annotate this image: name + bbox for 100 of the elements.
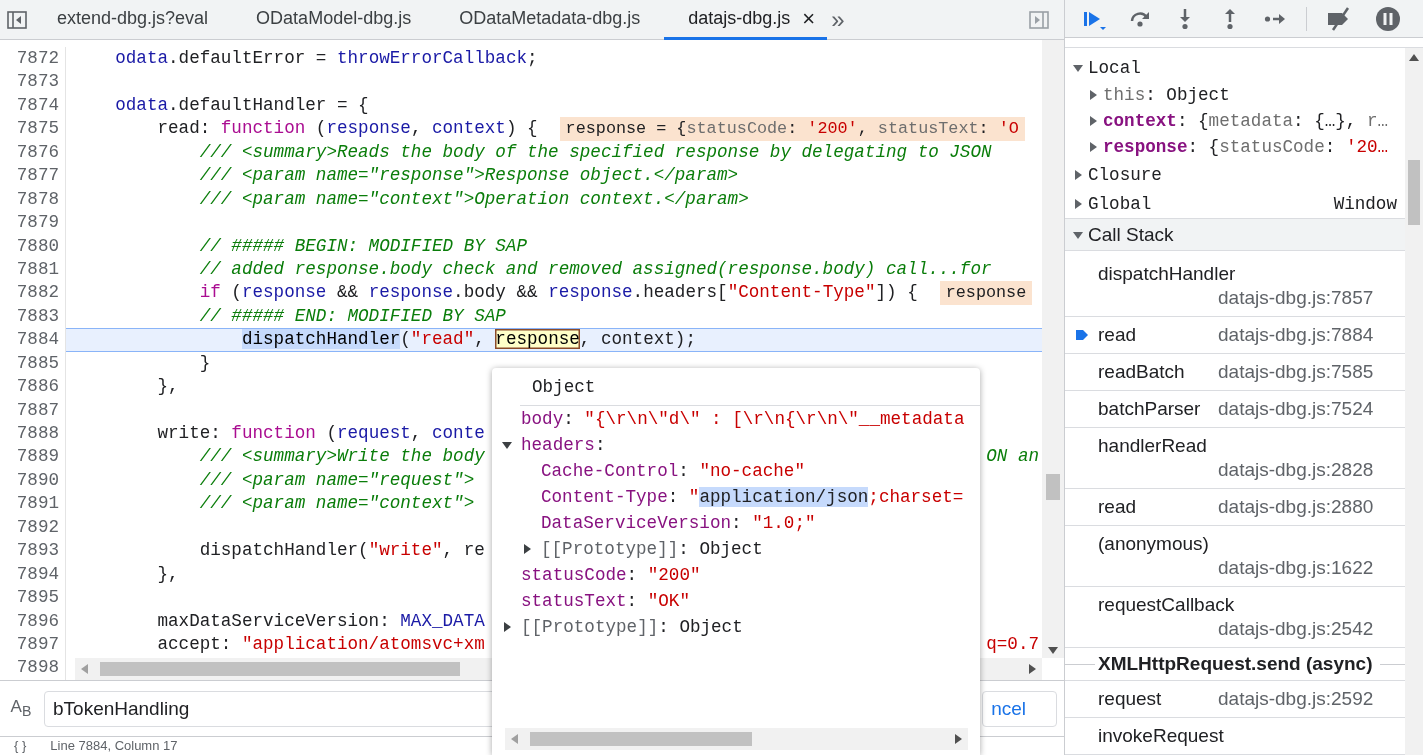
code-text: /// <summary>Write the body xyxy=(199,445,485,469)
cursor-position: Line 7884, Column 17 xyxy=(50,738,178,753)
scope-value: Window xyxy=(1333,193,1398,214)
line-number: 7877 xyxy=(0,164,66,188)
call-frame-location[interactable]: datajs-dbg.js:2880 xyxy=(1218,495,1405,519)
property-row-text: Cache-Control: "no-cache" xyxy=(541,460,805,483)
code-text: // added response.body check and removed assigned(response.body) call...for xyxy=(199,257,992,281)
scope-entry: Local xyxy=(1088,57,1141,78)
code-text: maxDataServiceVersion: MAX_DATA xyxy=(157,609,485,633)
pause-icon[interactable] xyxy=(1375,5,1401,32)
call-frame-name[interactable]: request xyxy=(1098,687,1162,711)
line-number: 7890 xyxy=(0,468,66,493)
triangle-right-icon[interactable] xyxy=(502,622,512,632)
tab-close-button[interactable]: × xyxy=(802,7,816,30)
vertical-scrollbar[interactable] xyxy=(1405,48,1423,755)
call-frame-name[interactable]: dispatchHandler xyxy=(1098,262,1236,286)
code-text: read: function (response, context) { xyxy=(157,117,538,141)
line-number: 7888 xyxy=(0,422,66,446)
vertical-scrollbar[interactable] xyxy=(1042,40,1064,658)
panel-toggle-icon[interactable] xyxy=(6,10,27,29)
line-number: 7893 xyxy=(0,539,66,563)
call-frame-name[interactable]: invokeRequest xyxy=(1098,724,1224,748)
editor-tab[interactable]: ODataModel-dbg.js xyxy=(232,0,436,40)
line-number: 7872 xyxy=(0,47,66,71)
pointer-arrow-icon xyxy=(1074,328,1089,342)
inline-value-preview: response = {statusCode: '200', statusText: 'O xyxy=(559,117,1025,141)
triangle-right-icon[interactable] xyxy=(1088,142,1098,152)
call-frame-name[interactable]: read xyxy=(1098,495,1137,519)
popover-title: Object xyxy=(532,376,596,399)
code-text: // ##### BEGIN: MODIFIED BY SAP xyxy=(199,234,527,258)
property-row-text: statusText: "OK" xyxy=(521,590,690,613)
code-text: dispatchHandler("write", re xyxy=(199,539,485,563)
code-text: dispatchHandler("read", response, context); xyxy=(241,328,696,352)
code-text: odata.defaultError = throwErrorCallback; xyxy=(115,47,538,70)
match-case-button[interactable]: A$_{B}$ xyxy=(6,697,36,720)
scope-entry: Closure xyxy=(1088,164,1162,185)
line-number: 7896 xyxy=(0,609,66,633)
code-text: /// <param name="request"> xyxy=(199,468,475,492)
more-tabs-button[interactable]: » xyxy=(827,0,849,39)
line-number: 7880 xyxy=(0,234,66,258)
code-text: } xyxy=(199,351,211,375)
property-row-text: body: "{\r\n\"d\" : [\r\n{\r\n\"__metadata xyxy=(521,408,965,431)
property-row-text: DataServiceVersion: "1.0;" xyxy=(541,512,816,535)
property-row-text: [[Prototype]]: Object xyxy=(541,538,763,561)
line-number: 7882 xyxy=(0,281,66,305)
pretty-print-button[interactable]: { } xyxy=(14,738,27,753)
line-number: 7873 xyxy=(0,70,66,94)
call-frame-location[interactable]: datajs-dbg.js:1622 xyxy=(1218,556,1405,580)
panel-toggle-icon[interactable] xyxy=(1029,10,1049,29)
triangle-down-icon[interactable] xyxy=(1073,229,1083,240)
editor-tab[interactable]: extend-dbg.js?eval xyxy=(33,0,233,40)
call-frame-location[interactable]: datajs-dbg.js:2828 xyxy=(1218,458,1405,482)
code-text: /// <param name="response">Response object.</param> xyxy=(199,164,739,188)
call-frame-name[interactable]: batchParser xyxy=(1098,397,1201,421)
code-text: odata.defaultHandler = { xyxy=(115,93,369,117)
editor-tab[interactable]: ODataMetadata-dbg.js xyxy=(435,0,665,40)
code-text: write: function (request, conte xyxy=(157,422,485,445)
property-row-text: statusCode: "200" xyxy=(521,564,701,587)
line-number: 7889 xyxy=(0,445,66,469)
call-frame-name[interactable]: read xyxy=(1098,323,1137,347)
code-text: }, xyxy=(157,562,179,586)
code-text: ON an xyxy=(986,445,1040,469)
call-frame-name[interactable]: handlerRead xyxy=(1098,434,1207,458)
line-number: 7894 xyxy=(0,562,66,587)
property-row-text: Content-Type: "application/json;charset= xyxy=(541,486,964,509)
line-number: 7897 xyxy=(0,632,66,657)
code-text: }, xyxy=(157,375,179,399)
line-number: 7885 xyxy=(0,351,66,376)
cancel-button[interactable]: ncel xyxy=(982,690,1057,727)
line-number: 7876 xyxy=(0,140,66,165)
call-frame-location[interactable]: datajs-dbg.js:7524 xyxy=(1218,397,1405,421)
triangle-right-icon[interactable] xyxy=(1073,169,1083,180)
scope-entry: this: Object xyxy=(1103,85,1230,105)
inline-value-preview: response xyxy=(939,281,1033,305)
call-frame-location[interactable]: datajs-dbg.js:2592 xyxy=(1218,687,1405,711)
section-title[interactable]: Call Stack xyxy=(1088,223,1174,246)
line-number: 7887 xyxy=(0,398,66,422)
call-frame-location[interactable]: datajs-dbg.js:2542 xyxy=(1218,617,1405,641)
line-number: 7886 xyxy=(0,375,66,399)
triangle-right-icon[interactable] xyxy=(1088,90,1098,100)
call-frame-location[interactable]: datajs-dbg.js:7884 xyxy=(1218,323,1405,347)
property-row-text: [[Prototype]]: Object xyxy=(521,616,743,639)
horizontal-scrollbar[interactable] xyxy=(505,728,968,750)
code-text: if (response && response.body && response.headers["Content-Type"]) { xyxy=(199,281,918,305)
call-frame-name[interactable]: requestCallback xyxy=(1098,593,1235,617)
call-frame-location[interactable]: datajs-dbg.js:7585 xyxy=(1218,360,1405,384)
property-row-text: headers: xyxy=(521,434,606,457)
code-text: /// <param name="context">Operation context.</param> xyxy=(199,187,749,211)
triangle-down-icon[interactable] xyxy=(1073,62,1083,73)
triangle-right-icon[interactable] xyxy=(1088,116,1098,126)
triangle-down-icon[interactable] xyxy=(502,440,512,450)
line-number: 7895 xyxy=(0,586,66,610)
scope-entry: context: {metadata: {…}, r… xyxy=(1103,111,1389,131)
triangle-right-icon[interactable] xyxy=(522,544,532,554)
line-number: 7883 xyxy=(0,304,66,329)
triangle-right-icon[interactable] xyxy=(1073,198,1083,209)
line-number: 7874 xyxy=(0,93,66,118)
call-frame-name[interactable]: readBatch xyxy=(1098,360,1185,384)
call-frame-location[interactable]: datajs-dbg.js:7857 xyxy=(1218,286,1405,310)
call-frame-name[interactable]: (anonymous) xyxy=(1098,532,1209,556)
